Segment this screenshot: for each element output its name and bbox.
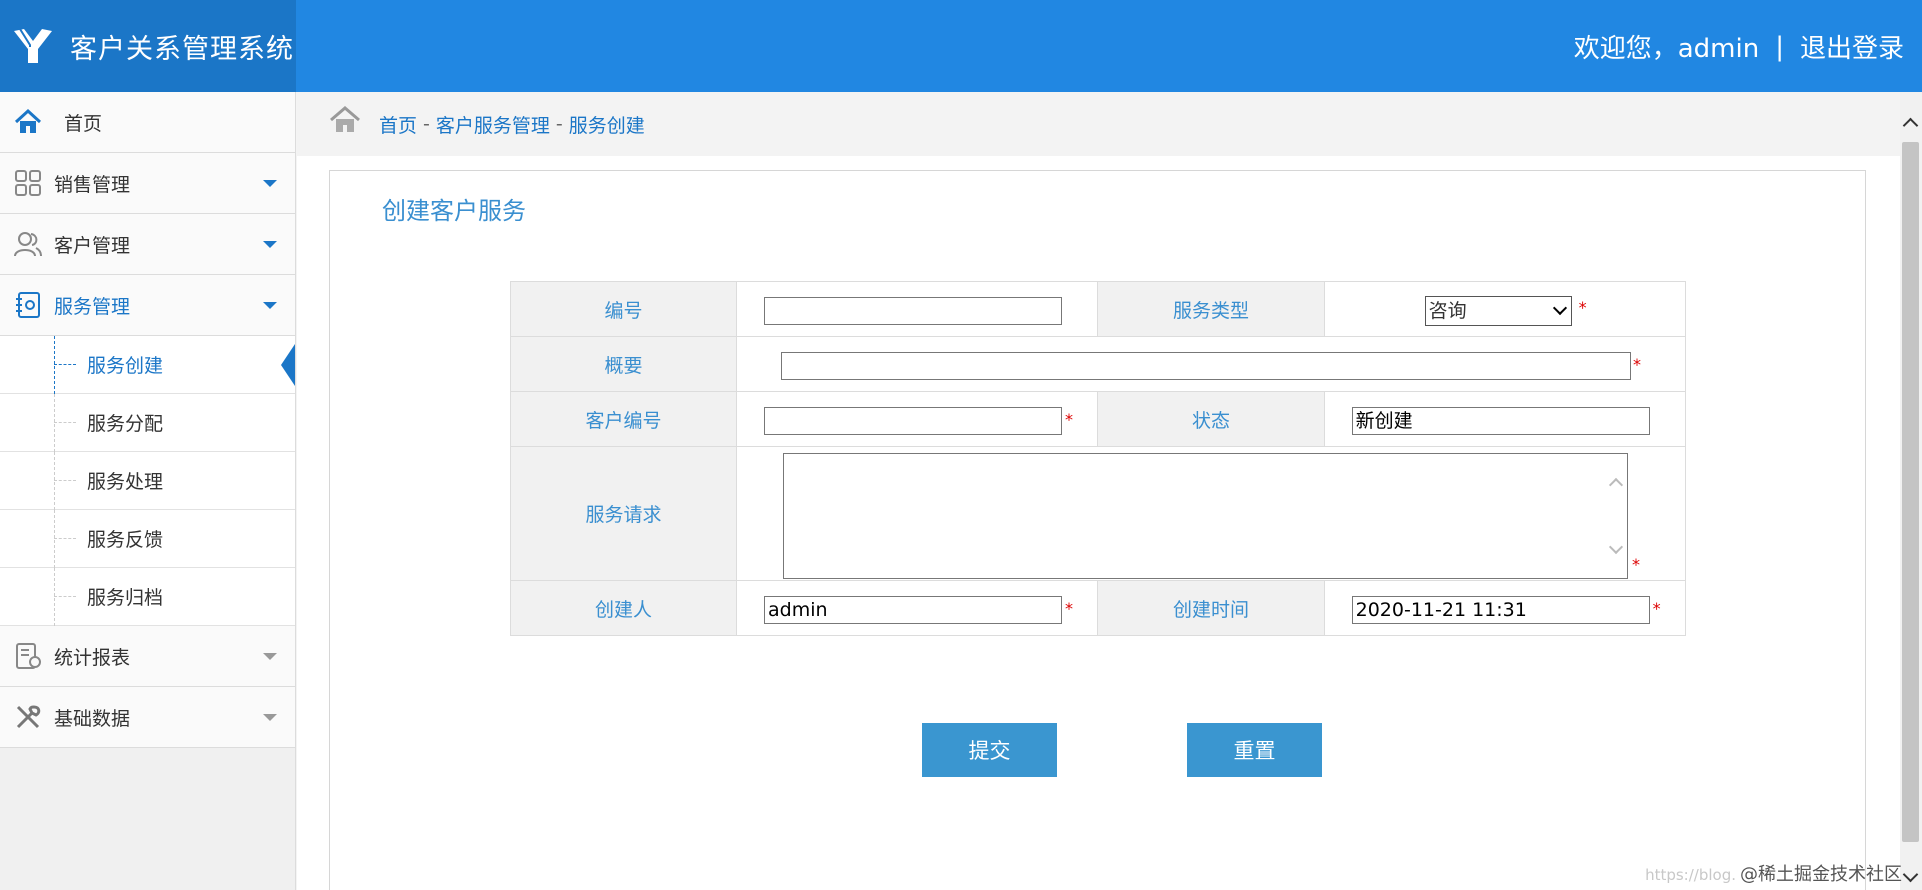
logout-link[interactable]: 退出登录 — [1800, 28, 1904, 65]
sidebar: 首页 销售管理 客户管理 服务管理 服务创建 服务分配 服务处理 服务反馈 服务… — [0, 92, 296, 890]
sidebar-item-label: 服务管理 — [54, 295, 131, 318]
label-status: 状态 — [1097, 391, 1325, 447]
reset-button[interactable]: 重置 — [1187, 723, 1322, 777]
sidebar-subitem-label: 服务分配 — [87, 413, 164, 435]
customer-id-input[interactable] — [764, 407, 1062, 435]
label-id: 编号 — [510, 281, 737, 337]
textarea-scrollbar[interactable] — [1605, 454, 1627, 578]
submit-button[interactable]: 提交 — [922, 723, 1057, 777]
form-panel: 创建客户服务 编号 服务类型 咨询 * 概要 * 客户编号 * 状态 新创建 服… — [329, 170, 1866, 890]
sidebar-subitem-service-archive[interactable]: 服务归档 — [0, 568, 295, 626]
app-header: 客户关系管理系统 欢迎您，admin | 退出登录 — [0, 0, 1922, 92]
chevron-down-icon — [263, 302, 277, 309]
contacts-icon — [16, 292, 40, 318]
chevron-up-icon — [1608, 477, 1624, 493]
breadcrumb-home-icon — [330, 106, 360, 132]
service-request-textarea[interactable] — [783, 453, 1628, 579]
sidebar-subitem-label: 服务处理 — [87, 471, 164, 493]
sidebar-subitem-service-create[interactable]: 服务创建 — [0, 336, 295, 394]
logo-icon — [14, 28, 52, 63]
sidebar-item-basedata[interactable]: 基础数据 — [0, 687, 295, 748]
tools-icon — [16, 705, 41, 729]
users-icon — [14, 232, 42, 257]
sidebar-item-label: 客户管理 — [54, 234, 131, 257]
sidebar-item-label: 首页 — [64, 112, 103, 135]
watermark: https://blog. @稀土掘金技术社区 — [1645, 864, 1902, 885]
label-request: 服务请求 — [510, 446, 737, 581]
id-input[interactable] — [764, 297, 1062, 325]
grid-icon — [15, 170, 41, 196]
sidebar-item-label: 基础数据 — [54, 707, 131, 730]
sidebar-subitem-label: 服务归档 — [87, 587, 164, 609]
label-customer-id: 客户编号 — [510, 391, 737, 447]
sidebar-item-customers[interactable]: 客户管理 — [0, 214, 295, 275]
brand: 客户关系管理系统 — [0, 0, 296, 92]
breadcrumb-home[interactable]: 首页 — [379, 111, 417, 138]
created-time-input[interactable]: 2020-11-21 11:31 — [1351, 596, 1650, 624]
page-scrollbar[interactable] — [1900, 92, 1922, 890]
label-summary: 概要 — [510, 336, 737, 392]
chevron-down-icon[interactable] — [1902, 866, 1919, 883]
breadcrumb-section[interactable]: 客户服务管理 — [436, 111, 550, 138]
chevron-down-icon — [263, 241, 277, 248]
user-area: 欢迎您，admin | 退出登录 — [1574, 28, 1904, 65]
label-creator: 创建人 — [510, 580, 737, 636]
service-submenu: 服务创建 服务分配 服务处理 服务反馈 服务归档 — [0, 336, 295, 626]
sidebar-subitem-service-feedback[interactable]: 服务反馈 — [0, 510, 295, 568]
report-icon — [16, 643, 41, 669]
chevron-down-icon — [263, 653, 277, 660]
home-icon — [14, 108, 42, 133]
page-title: 创建客户服务 — [382, 197, 526, 225]
service-type-select[interactable]: 咨询 — [1424, 296, 1572, 326]
status-input[interactable]: 新创建 — [1351, 407, 1650, 435]
sidebar-item-home[interactable]: 首页 — [0, 92, 295, 153]
chevron-down-icon — [1552, 300, 1567, 316]
label-created-time: 创建时间 — [1097, 580, 1325, 636]
header-separator: | — [1775, 31, 1784, 62]
sidebar-subitem-service-handle[interactable]: 服务处理 — [0, 452, 295, 510]
sidebar-item-sales[interactable]: 销售管理 — [0, 153, 295, 214]
sidebar-item-service[interactable]: 服务管理 — [0, 275, 295, 336]
sidebar-item-label: 销售管理 — [54, 173, 131, 196]
sidebar-subitem-label: 服务反馈 — [87, 529, 164, 551]
chevron-down-icon — [263, 180, 277, 187]
breadcrumb-current[interactable]: 服务创建 — [569, 111, 645, 138]
sidebar-item-reports[interactable]: 统计报表 — [0, 626, 295, 687]
chevron-down-icon — [1608, 539, 1624, 555]
breadcrumb: 首页 - 客户服务管理 - 服务创建 — [297, 92, 1900, 156]
summary-input[interactable] — [781, 352, 1631, 380]
main-content: 首页 - 客户服务管理 - 服务创建 创建客户服务 编号 服务类型 咨询 * 概… — [297, 92, 1900, 890]
label-type: 服务类型 — [1097, 281, 1325, 337]
app-title: 客户关系管理系统 — [70, 33, 294, 65]
creator-input[interactable]: admin — [764, 596, 1062, 624]
sidebar-item-label: 统计报表 — [54, 646, 131, 669]
service-form: 编号 服务类型 咨询 * 概要 * 客户编号 * 状态 新创建 服务请求 * 创… — [510, 281, 1687, 636]
scrollbar-thumb[interactable] — [1902, 142, 1919, 842]
chevron-down-icon — [263, 714, 277, 721]
chevron-up-icon[interactable] — [1902, 117, 1919, 134]
sidebar-subitem-service-assign[interactable]: 服务分配 — [0, 394, 295, 452]
welcome-text: 欢迎您，admin — [1573, 34, 1760, 64]
active-indicator — [281, 344, 295, 386]
sidebar-subitem-label: 服务创建 — [87, 355, 164, 377]
